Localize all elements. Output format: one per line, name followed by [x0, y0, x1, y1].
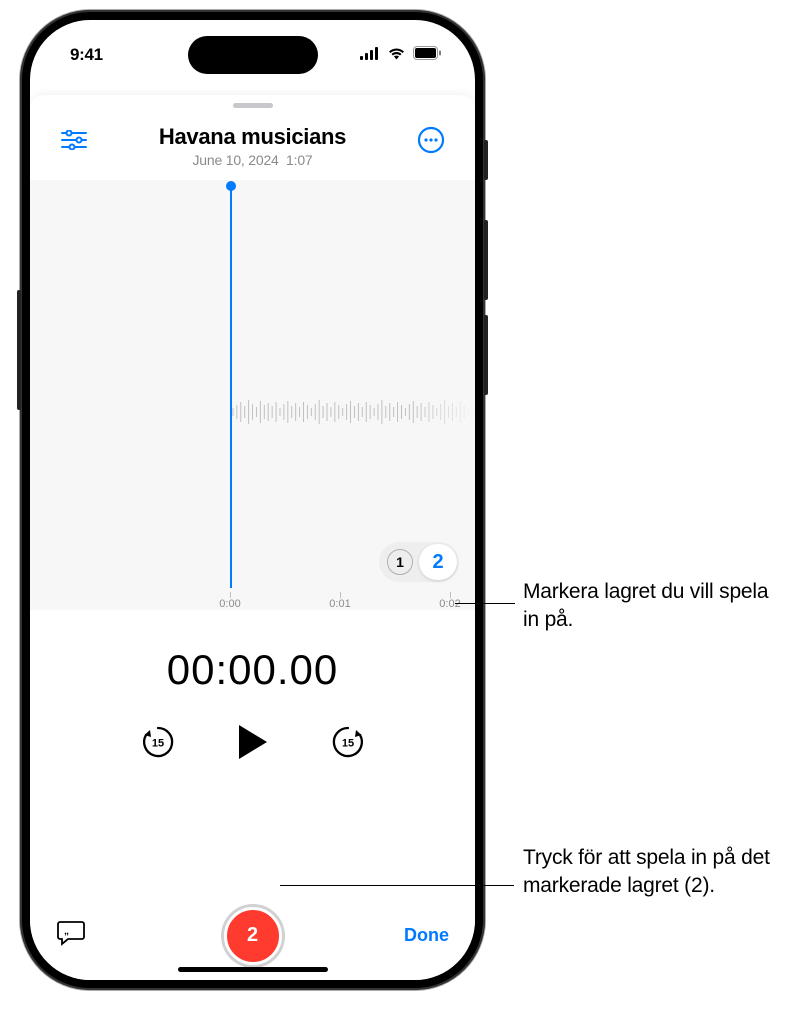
screen: 9:41 [30, 20, 475, 980]
callout-line [280, 885, 514, 886]
timeline-ticks: 0:00 0:01 0:02 [30, 590, 475, 610]
options-button[interactable] [56, 124, 92, 160]
skip-forward-button[interactable]: 15 [328, 725, 368, 765]
waveform-area[interactable]: 0:00 0:01 0:02 1 2 [30, 180, 475, 610]
svg-text:15: 15 [341, 738, 353, 750]
done-button[interactable]: Done [404, 925, 449, 946]
callout-layer: Markera lagret du vill spela in på. [523, 578, 773, 635]
layer-option-1[interactable]: 1 [381, 544, 419, 580]
action-button [484, 140, 488, 180]
sliders-icon [61, 130, 87, 155]
waveform [230, 390, 475, 434]
skip-back-icon: 15 [139, 723, 177, 766]
callout-line [455, 603, 515, 604]
status-time: 9:41 [70, 45, 103, 65]
svg-text:15: 15 [151, 738, 163, 750]
dynamic-island [188, 36, 318, 74]
tick-label: 0:01 [329, 598, 350, 610]
sheet-grabber[interactable] [233, 103, 273, 108]
callout-record: Tryck för att spela in på det markerade … [523, 844, 783, 901]
cellular-icon [360, 45, 380, 65]
layer-selector[interactable]: 1 2 [379, 542, 459, 582]
battery-icon [413, 45, 441, 65]
editor-sheet: Havana musicians June 10, 2024 1:07 [30, 95, 475, 980]
phone-frame: 9:41 [20, 10, 485, 990]
record-layer-badge: 2 [247, 924, 258, 947]
play-button[interactable] [236, 722, 270, 767]
timer-display: 00:00.00 [30, 646, 475, 694]
playhead[interactable] [230, 186, 232, 588]
recording-title: Havana musicians [96, 124, 409, 150]
recording-subtitle: June 10, 2024 1:07 [96, 152, 409, 168]
power-button [17, 290, 21, 410]
home-indicator[interactable] [178, 967, 328, 972]
play-icon [236, 749, 270, 766]
playback-controls: 15 [30, 722, 475, 767]
layer-option-2[interactable]: 2 [419, 544, 457, 580]
tick-label: 0:00 [219, 598, 240, 610]
wifi-icon [387, 45, 406, 65]
volume-up-button [484, 220, 488, 300]
svg-text:„: „ [64, 926, 69, 937]
transcript-button[interactable]: „ [56, 919, 86, 952]
speech-bubble-icon: „ [56, 934, 86, 951]
more-button[interactable] [413, 124, 449, 160]
skip-forward-icon: 15 [329, 723, 367, 766]
tick-label: 0:02 [439, 598, 460, 610]
volume-down-button [484, 315, 488, 395]
record-button[interactable]: 2 [224, 907, 282, 965]
skip-back-button[interactable]: 15 [138, 725, 178, 765]
ellipsis-circle-icon [417, 126, 445, 159]
